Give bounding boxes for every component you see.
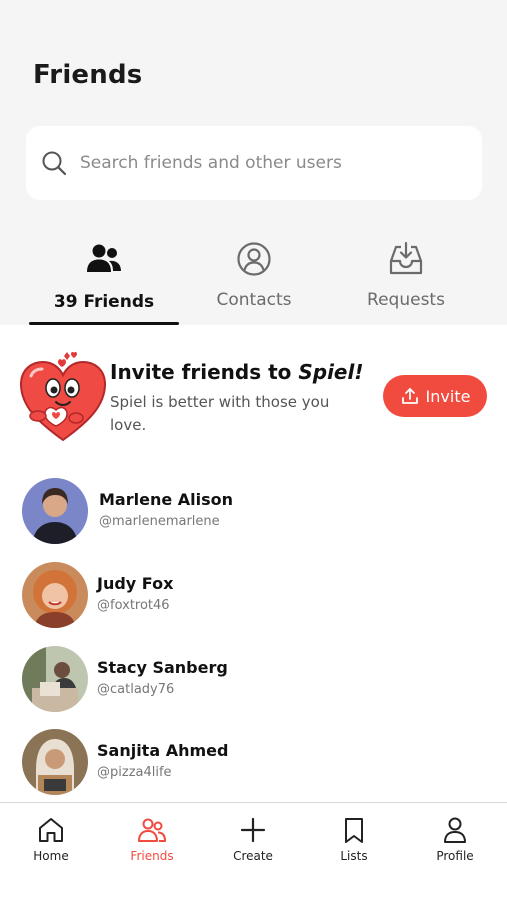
tab-label: Contacts <box>216 290 292 310</box>
avatar[interactable] <box>22 729 88 795</box>
nav-create[interactable]: Create <box>203 815 303 863</box>
nav-label: Friends <box>130 849 174 863</box>
friend-handle: @pizza4life <box>97 765 172 780</box>
invite-button[interactable]: Invite <box>383 375 487 417</box>
avatar-photo-icon <box>22 729 88 795</box>
friends-icon <box>138 818 166 842</box>
tab-friends[interactable]: 39 Friends <box>29 240 179 325</box>
bottom-nav: Home Friends Create Lists Profile <box>0 802 507 900</box>
heart-mascot-icon <box>19 351 107 442</box>
list-item[interactable]: Stacy Sanberg @catlady76 <box>22 646 462 714</box>
nav-label: Home <box>33 849 69 863</box>
person-icon <box>444 817 466 843</box>
nav-label: Lists <box>340 849 368 863</box>
invite-button-label: Invite <box>425 386 471 406</box>
avatar[interactable] <box>22 478 88 544</box>
friend-name: Sanjita Ahmed <box>97 741 229 760</box>
tab-label: 39 Friends <box>53 292 155 312</box>
friend-name: Stacy Sanberg <box>97 658 228 677</box>
friend-name: Marlene Alison <box>99 490 234 509</box>
search-icon <box>42 151 67 176</box>
friend-handle: @catlady76 <box>97 682 175 697</box>
invite-title-prefix: Invite friends to <box>110 360 299 384</box>
nav-home[interactable]: Home <box>1 815 101 863</box>
avatar[interactable] <box>22 562 88 628</box>
plus-icon <box>240 817 266 843</box>
people-icon <box>87 244 121 272</box>
avatar-photo-icon <box>22 646 88 712</box>
home-icon <box>39 818 63 842</box>
invite-subtitle: Spiel is better with those you love. <box>110 393 330 434</box>
inbox-download-icon <box>389 241 423 275</box>
nav-profile[interactable]: Profile <box>405 815 505 863</box>
invite-title: Invite friends to Spiel! <box>110 360 363 384</box>
nav-label: Create <box>233 849 273 863</box>
friend-handle: @foxtrot46 <box>97 598 170 613</box>
tab-active-underline <box>29 322 179 325</box>
tab-requests[interactable]: Requests <box>331 240 481 325</box>
page-title: Friends <box>33 60 143 90</box>
list-item[interactable]: Sanjita Ahmed @pizza4life <box>22 729 462 797</box>
nav-label: Profile <box>436 849 474 863</box>
contact-icon <box>237 242 271 276</box>
list-item[interactable]: Marlene Alison @marlenemarlene <box>22 478 462 546</box>
avatar-photo-icon <box>22 562 88 628</box>
list-item[interactable]: Judy Fox @foxtrot46 <box>22 562 462 630</box>
upload-icon <box>401 388 418 404</box>
nav-lists[interactable]: Lists <box>304 815 404 863</box>
search-bar[interactable] <box>26 126 482 200</box>
bookmark-icon <box>345 818 363 843</box>
avatar-photo-icon <box>22 478 88 544</box>
invite-title-app: Spiel! <box>298 360 364 384</box>
friend-handle: @marlenemarlene <box>99 514 220 529</box>
friend-name: Judy Fox <box>97 574 174 593</box>
tab-label: Requests <box>367 290 445 310</box>
nav-friends[interactable]: Friends <box>102 815 202 863</box>
search-input[interactable] <box>80 153 440 173</box>
avatar[interactable] <box>22 646 88 712</box>
tab-contacts[interactable]: Contacts <box>179 240 329 325</box>
